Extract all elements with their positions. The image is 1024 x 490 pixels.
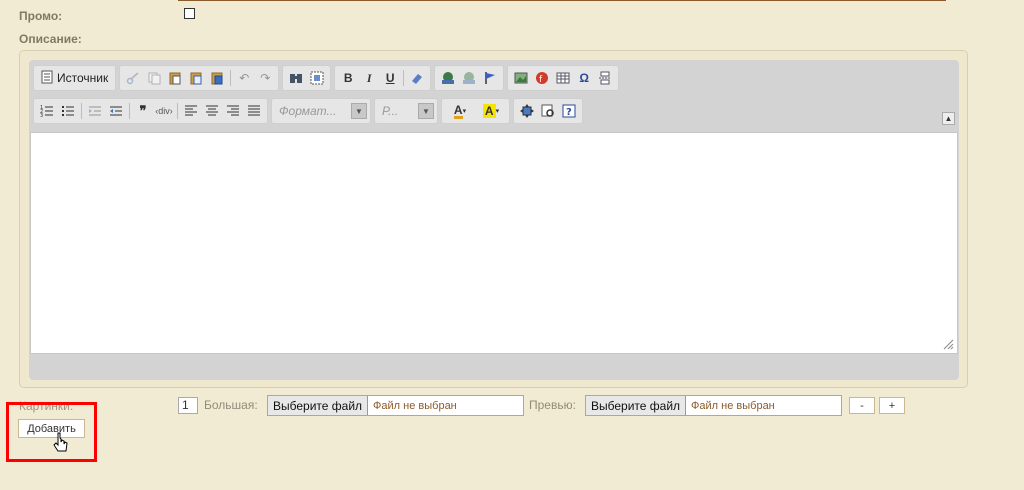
flash-icon[interactable]: f [532, 68, 552, 88]
size-combo-text: Р... [382, 104, 399, 118]
preview-file-status: Файл не выбран [691, 399, 775, 412]
paste-word-icon[interactable] [207, 68, 227, 88]
blockquote-icon[interactable]: ❞ [133, 101, 153, 121]
top-divider [178, 0, 946, 1]
toolbar-row-1: Источник ↶ ↷ B I U f Ω [33, 64, 620, 92]
insert-group: f Ω [507, 65, 620, 91]
tools-group: ? [513, 98, 583, 124]
toolbar-row-2: 123 ❞ ‹div› Формат... ▼ Р... ▼ A ▾ A ▾ ? [33, 97, 583, 125]
preview-image-label: Превью: [529, 398, 576, 412]
remove-picture-button[interactable]: - [849, 397, 875, 414]
source-label: Источник [57, 71, 109, 85]
about-icon[interactable]: ? [559, 101, 579, 121]
align-right-icon[interactable] [223, 101, 243, 121]
size-combo-group: Р... ▼ [374, 98, 438, 124]
image-icon[interactable] [511, 68, 531, 88]
align-center-icon[interactable] [202, 101, 222, 121]
link-group [434, 65, 505, 91]
format-combo[interactable]: Формат... ▼ [275, 101, 367, 121]
toolbar-separator [177, 103, 178, 119]
maximize-icon[interactable] [517, 101, 537, 121]
table-icon[interactable] [553, 68, 573, 88]
mouse-cursor-icon [53, 432, 69, 459]
div-icon[interactable]: ‹div› [154, 101, 174, 121]
color-group: A ▾ A ▾ [441, 98, 510, 124]
justify-icon[interactable] [244, 101, 264, 121]
large-file-status: Файл не выбран [373, 399, 457, 412]
select-all-icon[interactable] [307, 68, 327, 88]
preview-choose-file-button[interactable]: Выберите файл [586, 396, 687, 415]
format-combo-text: Формат... [279, 104, 337, 118]
large-image-label: Большая: [204, 398, 258, 412]
large-choose-file-button[interactable]: Выберите файл [268, 396, 369, 415]
bold-icon[interactable]: B [338, 68, 358, 88]
promo-label: Промо: [19, 9, 63, 23]
promo-checkbox[interactable] [184, 8, 195, 19]
large-image-file-input[interactable]: Выберите файл Файл не выбран [267, 395, 524, 416]
redo-icon[interactable]: ↷ [255, 68, 275, 88]
underline-icon[interactable]: U [380, 68, 400, 88]
editor-container: Источник ↶ ↷ B I U f Ω 1 2 3 ❞ ‹div› Фор… [19, 50, 968, 388]
source-icon [41, 70, 53, 87]
size-combo[interactable]: Р... ▼ [378, 101, 434, 121]
remove-format-icon[interactable] [407, 68, 427, 88]
editor-content-area[interactable] [30, 132, 958, 354]
bg-color-icon[interactable]: A ▾ [476, 101, 506, 121]
format-group: B I U [334, 65, 432, 91]
resize-handle-icon[interactable] [942, 338, 954, 350]
undo-icon[interactable]: ↶ [234, 68, 254, 88]
list-group: 123 ❞ ‹div› [33, 98, 268, 124]
align-left-icon[interactable] [181, 101, 201, 121]
special-char-icon[interactable]: Ω [574, 68, 594, 88]
anchor-icon[interactable] [480, 68, 500, 88]
copy-icon[interactable] [144, 68, 164, 88]
outdent-icon[interactable] [85, 101, 105, 121]
unlink-icon[interactable] [459, 68, 479, 88]
text-color-icon[interactable]: A ▾ [445, 101, 475, 121]
preview-image-file-input[interactable]: Выберите файл Файл не выбран [585, 395, 842, 416]
paste-text-icon[interactable] [186, 68, 206, 88]
find-group [282, 65, 332, 91]
cut-icon[interactable] [123, 68, 143, 88]
svg-text:3: 3 [40, 113, 43, 118]
indent-icon[interactable] [106, 101, 126, 121]
source-button[interactable]: Источник [37, 68, 112, 88]
link-icon[interactable] [438, 68, 458, 88]
chevron-down-icon: ▼ [418, 103, 434, 119]
highlight-box [6, 402, 97, 462]
toolbar-separator [129, 103, 130, 119]
page-break-icon[interactable] [595, 68, 615, 88]
chevron-down-icon: ▼ [351, 103, 367, 119]
toolbar-separator [81, 103, 82, 119]
clipboard-group: ↶ ↷ [119, 65, 280, 91]
paste-icon[interactable] [165, 68, 185, 88]
numbered-list-icon[interactable]: 123 [37, 101, 57, 121]
svg-text:?: ? [566, 107, 572, 118]
toolbar-separator [403, 70, 405, 86]
toolbar-separator [230, 70, 232, 86]
show-blocks-icon[interactable] [538, 101, 558, 121]
find-icon[interactable] [286, 68, 306, 88]
format-combo-group: Формат... ▼ [271, 98, 371, 124]
rich-text-editor: Источник ↶ ↷ B I U f Ω 1 2 3 ❞ ‹div› Фор… [29, 60, 959, 380]
description-label: Описание: [19, 32, 82, 46]
source-group: Источник [33, 65, 117, 91]
bulleted-list-icon[interactable] [58, 101, 78, 121]
add-picture-row-button[interactable]: + [879, 397, 905, 414]
italic-icon[interactable]: I [359, 68, 379, 88]
picture-index-field[interactable]: 1 [178, 397, 198, 414]
collapse-toolbar-button[interactable]: ▲ [942, 112, 955, 125]
